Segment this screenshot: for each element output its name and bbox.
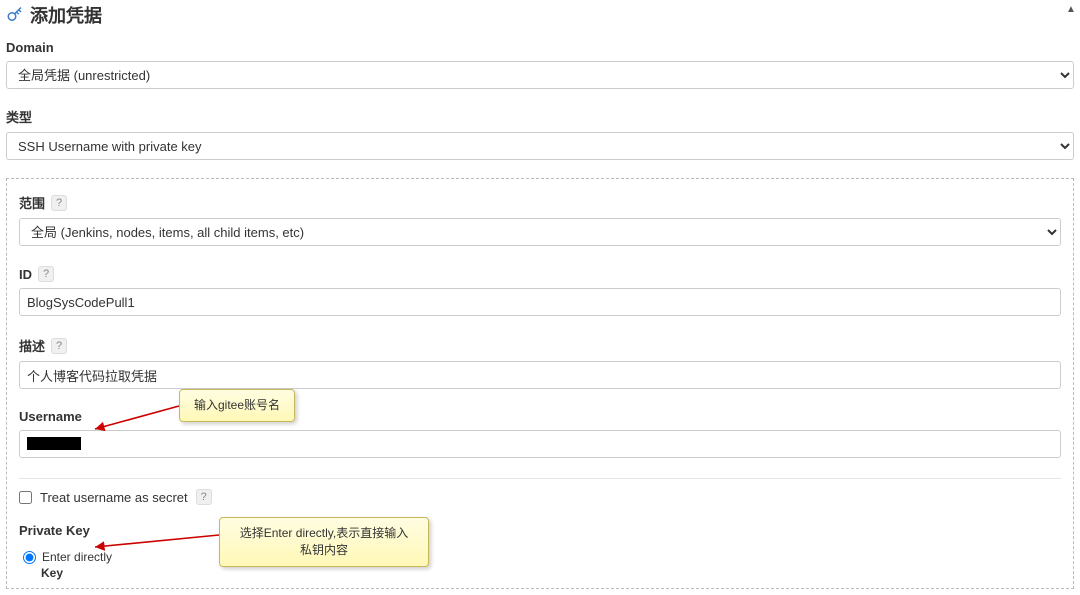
annotation-username: 输入gitee账号名 [179,389,295,422]
treat-secret-row: Treat username as secret ? [19,489,1061,505]
treat-secret-label: Treat username as secret [40,490,188,505]
id-input[interactable] [19,288,1061,316]
page-header: 添加凭据 [6,2,1074,28]
help-icon[interactable]: ? [38,266,54,282]
separator [19,478,1061,479]
private-key-label: Private Key [19,523,90,538]
type-field: 类型 SSH Username with private key [6,107,1074,160]
description-field: 描述 ? [19,336,1061,389]
id-field: ID ? [19,266,1061,316]
key-icon [6,6,24,24]
type-select[interactable]: SSH Username with private key [6,132,1074,160]
scroll-up-indicator: ▲ [1064,2,1078,16]
domain-label: Domain [6,40,54,55]
annotation-privatekey: 选择Enter directly,表示直接输入私钥内容 [219,517,429,567]
username-label: Username [19,409,82,424]
description-label-text: 描述 [19,336,45,355]
username-input[interactable] [19,430,1061,458]
treat-secret-checkbox[interactable] [19,491,32,504]
credential-detail-box: 范围 ? 全局 (Jenkins, nodes, items, all chil… [6,178,1074,589]
enter-directly-label: Enter directly [42,550,112,564]
domain-select[interactable]: 全局凭据 (unrestricted) [6,61,1074,89]
id-label: ID ? [19,266,54,282]
type-label: 类型 [6,107,32,126]
enter-directly-row: Enter directly [23,550,1061,564]
scope-field: 范围 ? 全局 (Jenkins, nodes, items, all chil… [19,193,1061,246]
arrow-icon [89,521,224,551]
key-label: Key [41,566,1061,580]
help-icon[interactable]: ? [196,489,212,505]
scope-label: 范围 ? [19,193,67,212]
id-label-text: ID [19,267,32,282]
description-label: 描述 ? [19,336,67,355]
scope-label-text: 范围 [19,193,45,212]
description-input[interactable] [19,361,1061,389]
page-title: 添加凭据 [30,2,102,28]
private-key-field: Private Key Enter directly Key 选择Enter d… [19,523,1061,580]
username-field: Username 输入gitee账号名 [19,409,1061,458]
scope-select[interactable]: 全局 (Jenkins, nodes, items, all child ite… [19,218,1061,246]
help-icon[interactable]: ? [51,338,67,354]
help-icon[interactable]: ? [51,195,67,211]
enter-directly-radio[interactable] [23,551,36,564]
domain-field: Domain 全局凭据 (unrestricted) [6,40,1074,89]
